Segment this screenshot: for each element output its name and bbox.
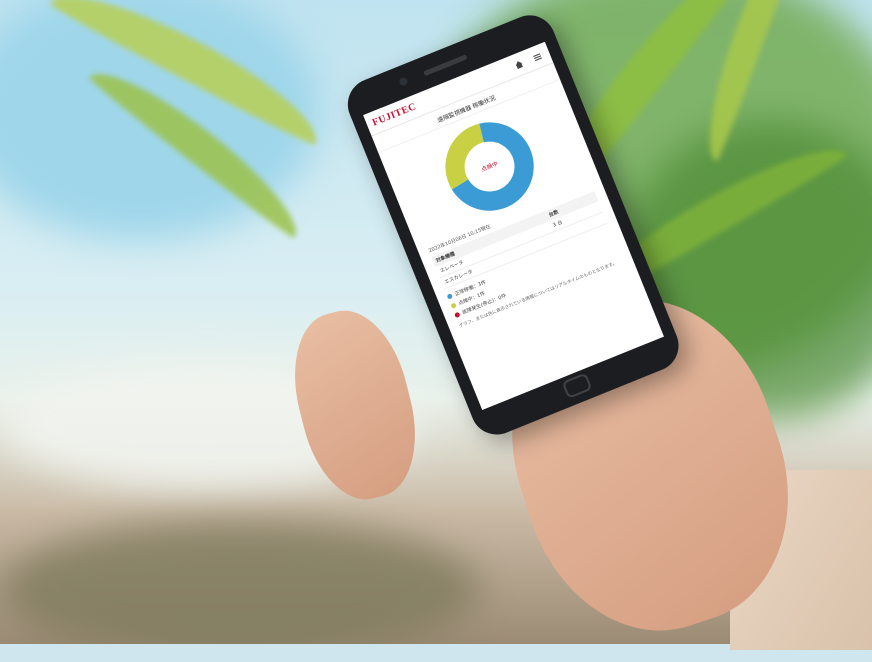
menu-icon[interactable] [528, 48, 546, 66]
legend-dot [450, 302, 457, 309]
home-button[interactable] [561, 372, 593, 399]
home-icon[interactable] [509, 55, 527, 73]
front-camera [398, 76, 409, 87]
legend-dot [446, 293, 454, 300]
donut-center-label: 点検中 [480, 159, 499, 173]
plants-bottom-blur [0, 520, 480, 644]
earpiece-speaker [423, 54, 468, 77]
legend-dot [454, 311, 461, 319]
